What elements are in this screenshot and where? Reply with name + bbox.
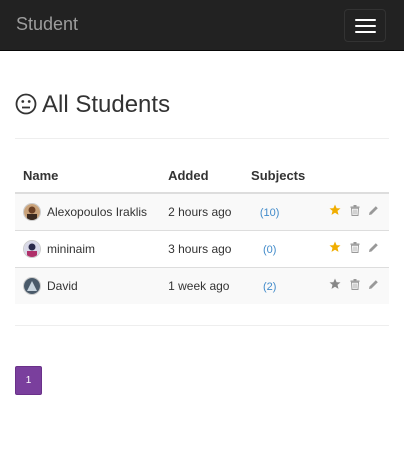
added-cell: 2 hours ago — [160, 192, 244, 230]
actions-cell — [316, 229, 389, 267]
subjects-count-link[interactable]: (10) — [260, 207, 280, 219]
divider — [15, 325, 389, 326]
actions-cell — [316, 192, 389, 230]
column-header-subjects[interactable]: Subjects — [243, 158, 317, 194]
page-header: All Students — [15, 90, 389, 139]
star-icon[interactable] — [329, 204, 341, 219]
trash-icon[interactable] — [350, 241, 360, 256]
hamburger-menu-icon — [355, 19, 376, 21]
avatar — [23, 276, 41, 295]
trash-icon[interactable] — [350, 278, 360, 293]
table-row: mininaim 3 hours ago (0) — [15, 229, 389, 267]
navbar: Student — [0, 0, 404, 51]
column-header-name[interactable]: Name — [15, 158, 161, 194]
name-cell: David — [15, 266, 161, 304]
table-header-row: Name Added Subjects — [15, 158, 389, 194]
trash-icon[interactable] — [350, 204, 360, 219]
added-cell: 1 week ago — [160, 266, 244, 304]
avatar — [23, 239, 41, 258]
column-header-added[interactable]: Added — [160, 158, 244, 194]
subjects-count-link[interactable]: (2) — [263, 281, 276, 293]
table-row: Alexopoulos Iraklis 2 hours ago (10) — [15, 192, 389, 230]
page-title-text: All Students — [42, 91, 171, 118]
pencil-icon[interactable] — [368, 279, 379, 293]
students-table: Name Added Subjects Alexopoulos Iraklis — [15, 158, 389, 304]
pencil-icon[interactable] — [368, 205, 379, 219]
subjects-cell: (10) — [243, 192, 317, 230]
avatar — [23, 202, 41, 221]
student-name[interactable]: Alexopoulos Iraklis — [47, 205, 147, 219]
subjects-count-link[interactable]: (0) — [263, 244, 276, 256]
table-row: David 1 week ago (2) — [15, 266, 389, 304]
added-cell: 3 hours ago — [160, 229, 244, 267]
hamburger-menu-icon-bar — [355, 31, 376, 33]
star-icon[interactable] — [329, 278, 341, 293]
name-cell: mininaim — [15, 229, 161, 267]
navbar-brand[interactable]: Student — [16, 14, 78, 35]
student-name[interactable]: David — [47, 279, 78, 293]
subjects-cell: (0) — [243, 229, 317, 267]
pagination-page-button[interactable]: 1 — [15, 366, 42, 395]
navbar-toggle-button[interactable] — [344, 9, 386, 42]
column-header-actions — [316, 158, 389, 194]
star-icon[interactable] — [329, 241, 341, 256]
page-title: All Students — [15, 91, 170, 122]
actions-cell — [316, 266, 389, 304]
pencil-icon[interactable] — [368, 242, 379, 256]
subjects-cell: (2) — [243, 266, 317, 304]
neutral-face-icon — [15, 93, 37, 122]
name-cell: Alexopoulos Iraklis — [15, 192, 161, 230]
student-name[interactable]: mininaim — [47, 242, 95, 256]
hamburger-menu-icon-bar — [355, 25, 376, 27]
